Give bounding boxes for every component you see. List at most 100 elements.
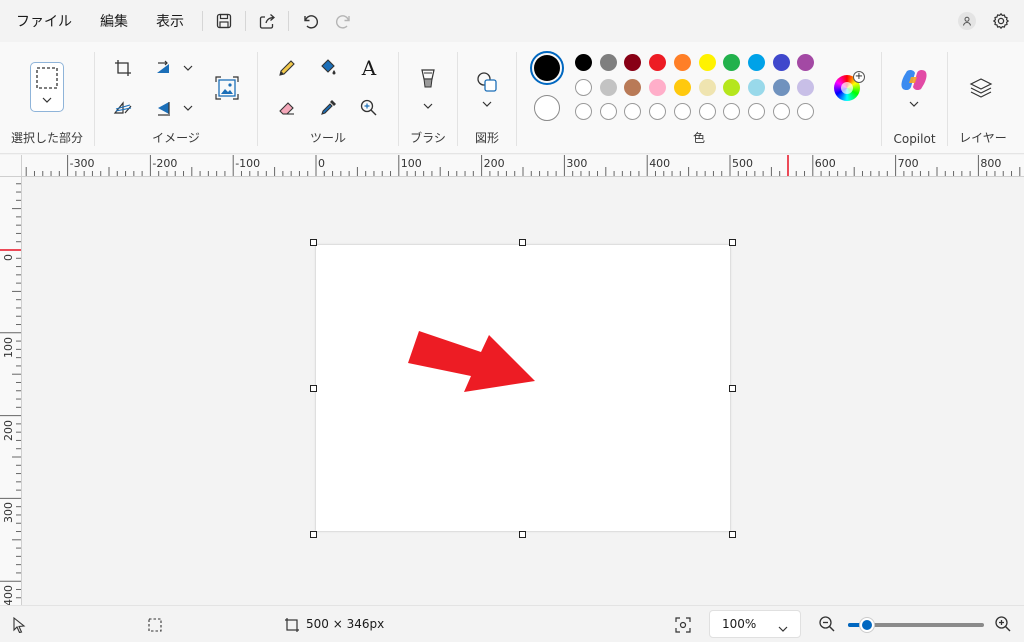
ruler-label: 500 — [732, 157, 753, 170]
brush-icon[interactable] — [414, 64, 442, 92]
palette-color-2-1[interactable] — [575, 78, 592, 96]
menu-view[interactable]: 表示 — [142, 5, 198, 37]
resize-handle-top-left[interactable] — [310, 239, 317, 246]
palette-color-2-5[interactable] — [673, 78, 691, 96]
custom-color-slot-3-7[interactable] — [723, 103, 741, 120]
resize-handle-right[interactable] — [729, 385, 736, 392]
layers-icon[interactable] — [967, 74, 995, 102]
menu-divider — [245, 11, 246, 31]
gear-icon[interactable] — [986, 5, 1016, 37]
resize-icon[interactable] — [151, 54, 179, 82]
palette-color-1-8[interactable] — [747, 54, 765, 71]
ruler-label: 400 — [649, 157, 671, 170]
palette-color-1-6[interactable] — [698, 54, 716, 71]
group-layers: レイヤー — [948, 42, 1018, 154]
palette-color-2-8[interactable] — [747, 78, 765, 96]
custom-color-slot-3-8[interactable] — [747, 103, 765, 120]
cursor-position-icon — [12, 616, 26, 636]
share-icon[interactable] — [250, 5, 284, 37]
palette-color-1-5[interactable] — [673, 54, 691, 71]
palette-color-2-4[interactable] — [649, 78, 667, 96]
flip-icon[interactable] — [109, 94, 137, 122]
palette-color-2-2[interactable] — [599, 78, 617, 96]
palette-color-2-9[interactable] — [772, 78, 790, 96]
palette-color-2-3[interactable] — [624, 78, 642, 96]
ruler-label: 700 — [897, 157, 919, 170]
custom-color-slot-3-5[interactable] — [673, 103, 691, 120]
palette-color-2-10[interactable] — [797, 78, 815, 96]
fit-to-window-icon[interactable] — [674, 616, 692, 637]
edit-colors-icon[interactable]: + — [834, 71, 865, 101]
menu-edit[interactable]: 編集 — [86, 5, 142, 37]
canvas-size-text: 500 × 346px — [306, 617, 385, 631]
resize-handle-top-right[interactable] — [729, 239, 736, 246]
avatar[interactable] — [958, 12, 976, 30]
palette-color-1-3[interactable] — [624, 54, 642, 71]
palette-color-1-2[interactable] — [599, 54, 617, 71]
shapes-chevron-icon[interactable] — [481, 98, 493, 110]
workspace[interactable] — [22, 177, 1024, 605]
ruler-corner — [0, 155, 22, 177]
ruler-label: 100 — [2, 336, 15, 358]
palette-color-2-7[interactable] — [723, 78, 741, 96]
arrow-shape[interactable] — [316, 245, 730, 531]
zoom-slider-thumb[interactable] — [859, 617, 876, 633]
rotate-chevron-icon[interactable] — [182, 102, 194, 114]
group-label-layers: レイヤー — [959, 131, 1007, 145]
fill-bucket-icon[interactable] — [314, 54, 342, 82]
menu-divider — [202, 11, 203, 31]
custom-color-slot-3-10[interactable] — [797, 103, 815, 120]
palette-color-1-9[interactable] — [772, 54, 790, 71]
zoom-out-icon[interactable] — [818, 615, 836, 636]
text-tool-icon[interactable]: A — [355, 54, 383, 82]
zoom-slider[interactable] — [848, 617, 984, 633]
group-selection: 選択した部分 — [0, 42, 94, 154]
redo-icon[interactable] — [327, 5, 361, 37]
shapes-icon[interactable] — [473, 68, 501, 96]
custom-color-slot-3-9[interactable] — [772, 103, 790, 120]
primary-color-button[interactable] — [530, 51, 564, 85]
pencil-icon[interactable] — [273, 54, 301, 82]
copilot-chevron-icon[interactable] — [908, 98, 920, 110]
custom-color-slot-3-1[interactable] — [575, 103, 592, 120]
resize-handle-left[interactable] — [310, 385, 317, 392]
drawing-canvas[interactable] — [316, 245, 730, 531]
palette-color-1-4[interactable] — [649, 54, 667, 71]
resize-handle-top[interactable] — [519, 239, 526, 246]
canvas-size-icon — [284, 617, 300, 636]
resize-handle-bottom-right[interactable] — [729, 531, 736, 538]
custom-color-slot-3-2[interactable] — [599, 103, 617, 120]
resize-chevron-icon[interactable] — [182, 62, 194, 74]
save-icon[interactable] — [207, 5, 241, 37]
brush-chevron-icon[interactable] — [422, 100, 434, 112]
ruler-label: 0 — [318, 157, 325, 170]
magnifier-icon[interactable] — [355, 94, 383, 122]
custom-color-slot-3-4[interactable] — [649, 103, 667, 120]
zoom-dropdown[interactable]: 100% — [709, 610, 801, 638]
crop-icon[interactable] — [109, 54, 137, 82]
custom-color-slot-3-6[interactable] — [698, 103, 716, 120]
custom-color-slot-3-3[interactable] — [624, 103, 642, 120]
selection-button[interactable] — [30, 62, 64, 112]
group-label-brush: ブラシ — [410, 131, 446, 145]
secondary-color-button[interactable] — [534, 95, 560, 121]
palette-color-1-7[interactable] — [723, 54, 741, 71]
zoom-in-icon[interactable] — [994, 615, 1012, 636]
vertical-ruler: 0 100 200 300 400 — [0, 177, 22, 605]
palette-color-1-1[interactable] — [575, 54, 592, 71]
eraser-icon[interactable] — [273, 94, 301, 122]
palette-color-1-10[interactable] — [797, 54, 815, 71]
menu-file[interactable]: ファイル — [2, 5, 86, 37]
rotate-icon[interactable] — [151, 94, 179, 122]
image-edit-icon[interactable] — [213, 74, 241, 102]
menu-bar: ファイル 編集 表示 — [0, 0, 1024, 42]
copilot-icon[interactable] — [900, 66, 928, 94]
ruler-label: 0 — [2, 254, 15, 261]
resize-handle-bottom[interactable] — [519, 531, 526, 538]
undo-icon[interactable] — [293, 5, 327, 37]
resize-handle-bottom-left[interactable] — [310, 531, 317, 538]
color-picker-icon[interactable] — [314, 94, 342, 122]
palette-color-2-6[interactable] — [698, 78, 716, 96]
selection-size-icon — [147, 617, 163, 636]
group-colors: + 色 — [517, 42, 881, 154]
